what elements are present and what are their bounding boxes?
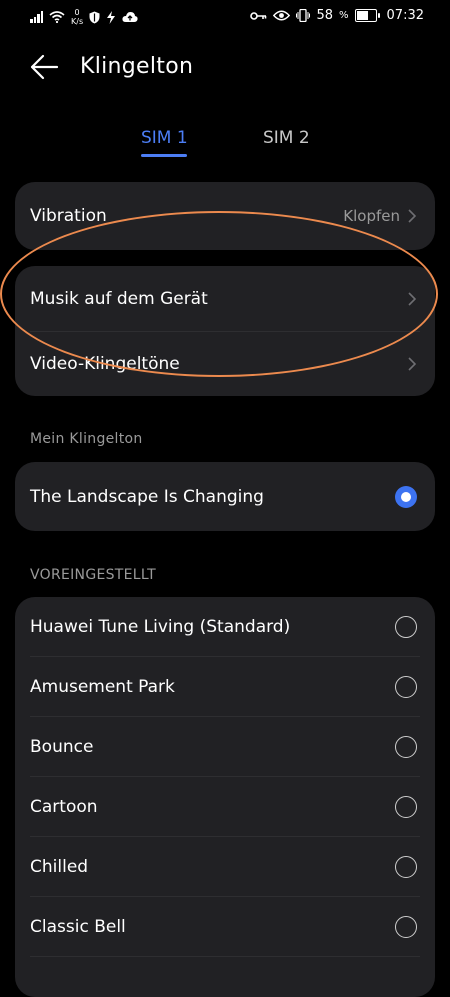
net-speed-value: 0 [74,8,80,17]
net-speed-unit: K/s [71,17,84,26]
ringtone-option-landscape[interactable]: The Landscape Is Changing [15,462,435,531]
radio-button[interactable] [395,616,417,638]
vibration-value: Klopfen [343,207,400,225]
battery-percent: 58 [316,8,334,23]
chevron-right-icon [408,292,417,306]
battery-icon [354,9,380,22]
net-speed: 0 K/s [71,8,83,26]
chevron-right-icon [408,357,417,371]
preset-section-label: VOREINGESTELLT [30,567,156,583]
app-header: Klingelton [0,44,450,92]
vibration-row[interactable]: Vibration Klopfen [15,182,435,250]
shield-icon [89,11,100,23]
ringtone-option-huawei-tune-living[interactable]: Huawei Tune Living (Standard) [15,597,435,657]
radio-button[interactable] [395,736,417,758]
vibration-card: Vibration Klopfen [15,182,435,250]
video-ringtones-label: Video-Klingeltöne [30,354,180,374]
vibrate-icon [296,9,311,22]
cloud-upload-icon [122,12,138,22]
radio-button[interactable] [395,676,417,698]
video-ringtones-row[interactable]: Video-Klingeltöne [15,332,435,396]
preset-ringtones-card: Huawei Tune Living (Standard) Amusement … [15,597,435,997]
radio-button[interactable] [395,916,417,938]
battery-percent-sign: % [339,10,349,21]
sim-tabs: SIM 1 SIM 2 [0,122,450,162]
ringtone-label: The Landscape Is Changing [30,486,264,507]
ringtone-option-chilled[interactable]: Chilled [15,837,435,897]
ringtone-sources-card: Musik auf dem Gerät Video-Klingeltöne [15,266,435,396]
active-tab-indicator [141,154,187,157]
ringtone-label: Classic Bell [30,917,126,937]
my-ringtone-card: The Landscape Is Changing [15,462,435,531]
wifi-icon [49,11,65,23]
page-title: Klingelton [80,54,194,79]
ringtone-option-amusement-park[interactable]: Amusement Park [15,657,435,717]
radio-button[interactable] [395,796,417,818]
chevron-right-icon [408,209,417,223]
status-left: 0 K/s [30,8,138,26]
bolt-icon [107,10,116,24]
eye-icon [273,10,291,21]
status-bar: 0 K/s 58 % 07:32 [0,0,450,34]
my-ringtone-section-label: Mein Klingelton [30,431,143,447]
ringtone-label: Bounce [30,737,94,757]
ringtone-option-bounce[interactable]: Bounce [15,717,435,777]
ringtone-option-classic-bell[interactable]: Classic Bell [15,897,435,957]
signal-icon [30,11,43,23]
vibration-label: Vibration [30,206,107,226]
clock: 07:32 [386,8,424,23]
back-arrow-icon[interactable] [30,54,60,80]
music-on-device-row[interactable]: Musik auf dem Gerät [15,266,435,332]
ringtone-label: Chilled [30,857,89,877]
ringtone-label: Huawei Tune Living (Standard) [30,617,291,637]
radio-selected[interactable] [395,485,417,508]
ringtone-label: Amusement Park [30,677,175,697]
tab-sim-1[interactable]: SIM 1 [141,128,188,148]
status-right: 58 % 07:32 [250,8,424,23]
ringtone-label: Cartoon [30,797,98,817]
key-icon [250,11,267,20]
music-on-device-label: Musik auf dem Gerät [30,289,208,309]
divider [30,956,420,957]
ringtone-option-cartoon[interactable]: Cartoon [15,777,435,837]
tab-sim-2[interactable]: SIM 2 [263,128,310,148]
radio-button[interactable] [395,856,417,878]
